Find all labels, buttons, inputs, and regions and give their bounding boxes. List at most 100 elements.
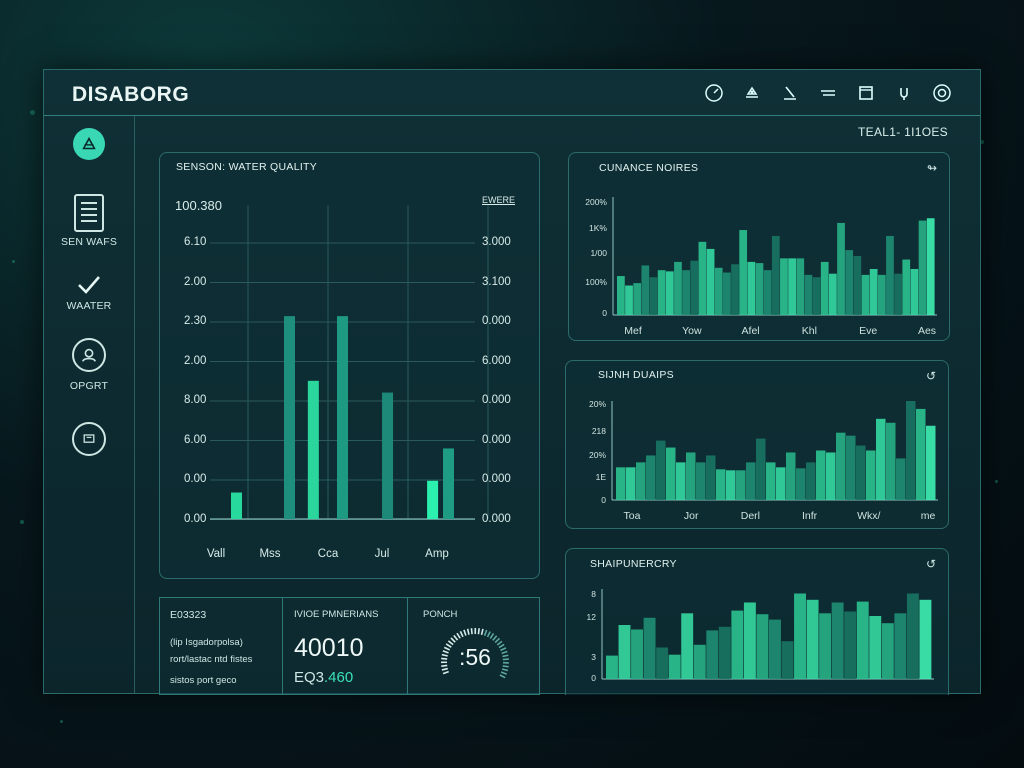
bar xyxy=(837,222,845,315)
bar xyxy=(696,462,706,500)
bar xyxy=(755,263,764,315)
bar xyxy=(894,613,907,679)
bar xyxy=(706,248,715,315)
bar xyxy=(853,256,862,315)
y-tick-label: 3.000 xyxy=(482,236,511,248)
stat-cell-details: E03323 (lip Isgadorpolsa) rort/lastac nt… xyxy=(170,598,280,694)
cunance-panel: CUNANCE NOIRES ↬ 200% 1K% 1/00 100% 0 Mef Yow A… xyxy=(568,152,950,341)
stat-value: 40010 xyxy=(294,634,364,662)
bar xyxy=(763,270,772,315)
y-tick-label: 100% xyxy=(585,277,607,287)
y-tick-label: 0.00 xyxy=(184,512,207,525)
bar xyxy=(806,462,816,500)
stat-line: sistos port geco xyxy=(170,675,237,686)
dashboard-window: DISABORG TEAL1- 1I1OES SEN WAFS WAATER O… xyxy=(43,69,981,695)
bar xyxy=(616,467,626,500)
x-tick-label: Vall xyxy=(206,548,226,560)
x-tick-label: Jul xyxy=(374,548,390,560)
y-tick-label: 3 xyxy=(591,652,596,662)
x-tick-label: Khl xyxy=(801,325,817,337)
bar xyxy=(794,593,806,679)
window-icon[interactable] xyxy=(854,82,878,104)
bar xyxy=(743,602,756,679)
valve-icon[interactable] xyxy=(778,82,802,104)
gauge-tick xyxy=(442,670,449,675)
bar xyxy=(836,432,846,500)
bar xyxy=(606,655,618,679)
bar xyxy=(666,447,676,500)
bar xyxy=(771,235,780,315)
bar xyxy=(804,274,813,315)
bar xyxy=(866,450,876,500)
bar xyxy=(618,625,631,679)
y-tick-label: 2.30 xyxy=(184,315,207,327)
x-tick-label: Wkx/ xyxy=(857,510,881,522)
shipment-panel: SHAIPUNERCRY ↺ 8 12 3 0 xyxy=(565,548,949,695)
bar xyxy=(641,265,650,315)
sidebar-item-report[interactable]: OPGRT xyxy=(44,338,134,392)
y-tick-label: 218 xyxy=(591,426,606,436)
user-icon xyxy=(72,338,106,372)
bar xyxy=(731,264,739,315)
bar xyxy=(781,641,794,679)
gauge-tick xyxy=(489,633,495,639)
bar xyxy=(676,462,686,500)
sidebar-item-sensors[interactable]: SEN WAFS xyxy=(44,194,134,248)
bar xyxy=(916,408,926,500)
y-tick-label: 0.000 xyxy=(482,512,511,525)
x-tick-label: Eve xyxy=(859,325,878,337)
sidebar-item-water[interactable]: WAATER xyxy=(44,274,134,312)
x-tick-label: Toa xyxy=(623,510,641,522)
bar xyxy=(747,261,756,315)
bar xyxy=(706,455,716,500)
y-tick-label: 20% xyxy=(588,399,606,409)
checkmark-icon xyxy=(76,274,102,296)
x-tick-label: Yow xyxy=(682,325,702,337)
document-icon xyxy=(74,194,104,232)
bar xyxy=(633,283,642,315)
bar xyxy=(682,270,690,315)
gauge-icon[interactable] xyxy=(702,82,726,104)
x-tick-label: Mef xyxy=(624,325,642,337)
bar xyxy=(636,462,646,500)
bar xyxy=(786,452,796,500)
gauge-tick xyxy=(494,637,501,644)
sidebar-item-dashboard[interactable] xyxy=(44,422,134,456)
bar xyxy=(649,277,658,315)
sidebar-item-label: WAATER xyxy=(66,300,112,312)
radial-gauge: :56 xyxy=(435,626,515,688)
bar xyxy=(918,220,927,315)
stat-cell-parameters: IVIOE PMNERIANS 40010 EQ3.460 xyxy=(294,598,404,694)
bar xyxy=(756,438,766,500)
stat-sub-value: EQ3.460 xyxy=(294,669,354,686)
settings-icon[interactable] xyxy=(930,82,954,104)
bar xyxy=(806,599,819,679)
bar xyxy=(731,610,744,679)
y-tick-label: 3.100 xyxy=(482,275,511,288)
bar xyxy=(427,480,439,519)
gauge-tick xyxy=(466,628,470,635)
stat-cell-punch: PONCH :56 xyxy=(423,598,533,694)
sidebar-item-home[interactable] xyxy=(44,128,134,160)
bar xyxy=(919,599,932,679)
divider xyxy=(282,598,283,694)
bar xyxy=(443,448,454,519)
power-icon[interactable] xyxy=(892,82,916,104)
bar xyxy=(902,259,911,315)
flow-icon[interactable] xyxy=(816,82,840,104)
bar xyxy=(796,258,805,315)
bar xyxy=(829,273,837,315)
y-tick-label: 12 xyxy=(586,612,596,622)
bar xyxy=(706,630,719,679)
y-tick-label: 0.00 xyxy=(184,473,207,485)
stat-line: rort/lastac ntd fistes xyxy=(170,654,253,665)
sidebar: SEN WAFS WAATER OPGRT xyxy=(44,116,135,693)
bar xyxy=(780,258,788,315)
stat-line: (lip Isgadorpolsa) xyxy=(170,637,243,648)
app-title: DISABORG xyxy=(72,83,190,106)
x-tick-label: Aes xyxy=(917,325,937,337)
pump-icon[interactable] xyxy=(740,82,764,104)
bar xyxy=(886,422,896,500)
bar xyxy=(766,462,776,500)
divider xyxy=(407,598,408,694)
